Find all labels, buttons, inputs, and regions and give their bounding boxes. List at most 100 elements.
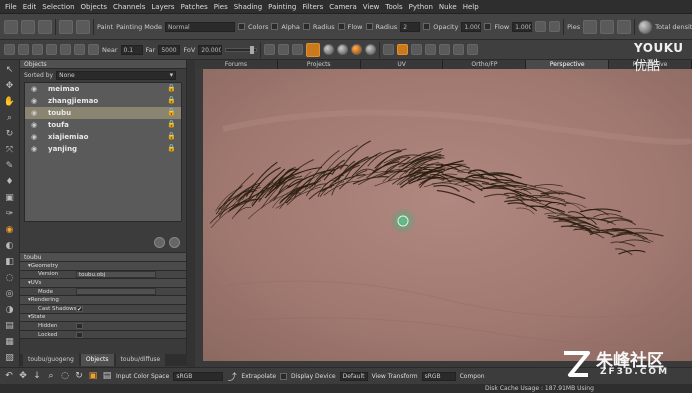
- refresh-icon[interactable]: ↻: [74, 371, 84, 381]
- magnify-icon[interactable]: ⌕: [46, 371, 56, 381]
- object-row[interactable]: ◉ toufa 🔒: [25, 119, 181, 131]
- viewport-tab[interactable]: Projects: [277, 60, 361, 69]
- checker-icon[interactable]: [292, 44, 304, 55]
- lock-icon[interactable]: 🔒: [167, 144, 176, 152]
- transform-icon[interactable]: ⤧: [4, 144, 16, 156]
- viewport[interactable]: [203, 69, 692, 361]
- material-ball-2-icon[interactable]: [337, 44, 349, 55]
- menu-pies[interactable]: Pies: [211, 3, 231, 11]
- add-object-button[interactable]: [154, 237, 165, 248]
- snapshot-icon[interactable]: [46, 44, 57, 55]
- hand-icon[interactable]: ✋: [4, 96, 16, 108]
- lock-icon[interactable]: 🔒: [167, 120, 176, 128]
- menu-python[interactable]: Python: [406, 3, 436, 11]
- menu-channels[interactable]: Channels: [110, 3, 148, 11]
- menu-file[interactable]: File: [2, 3, 20, 11]
- lock-icon[interactable]: 🔒: [167, 96, 176, 104]
- object-row[interactable]: ◉ meimao 🔒: [25, 83, 181, 95]
- lasso-icon[interactable]: ◌: [60, 371, 70, 381]
- move-tool-icon[interactable]: ✥: [18, 371, 28, 381]
- lock-tool-icon[interactable]: ▧: [4, 352, 16, 364]
- menu-tools[interactable]: Tools: [382, 3, 405, 11]
- viewport-tab[interactable]: Perspective: [526, 60, 610, 69]
- pie-layer-icon[interactable]: [617, 19, 632, 34]
- menu-selection[interactable]: Selection: [39, 3, 77, 11]
- display-device-select[interactable]: Default: [339, 371, 368, 381]
- panel-tab[interactable]: toubu/diffuse: [115, 354, 166, 366]
- object-row[interactable]: ◉ toubu 🔒: [25, 107, 181, 119]
- viewport-canvas[interactable]: [203, 69, 692, 361]
- open-icon[interactable]: [21, 19, 35, 34]
- object-row[interactable]: ◉ zhangjiemao 🔒: [25, 95, 181, 107]
- visibility-eye-icon[interactable]: ◉: [31, 97, 40, 105]
- visibility-eye-icon[interactable]: ◉: [31, 109, 40, 117]
- down-arrow-icon[interactable]: ↓: [32, 371, 42, 381]
- colors-checkbox[interactable]: [238, 23, 246, 30]
- lock-icon[interactable]: 🔒: [167, 84, 176, 92]
- tool-c-icon[interactable]: [439, 44, 451, 55]
- tool-e-icon[interactable]: [467, 44, 479, 55]
- extrapolate-checkbox[interactable]: [280, 372, 288, 380]
- burn-icon[interactable]: ▤: [4, 320, 16, 332]
- tool-d-icon[interactable]: [453, 44, 465, 55]
- opacity-checkbox[interactable]: [423, 23, 431, 30]
- curve-icon[interactable]: ⤴: [227, 370, 237, 383]
- menu-layers[interactable]: Layers: [148, 3, 177, 11]
- lights-icon[interactable]: [60, 44, 71, 55]
- property-checkbox[interactable]: ✔: [76, 305, 83, 312]
- layers-icon[interactable]: ▤: [102, 371, 112, 381]
- tool-a-icon[interactable]: [411, 44, 423, 55]
- smudge-icon[interactable]: ✑: [4, 208, 16, 220]
- brush-icon[interactable]: [535, 21, 547, 32]
- radius-checkbox[interactable]: [302, 23, 310, 30]
- sharpen-icon[interactable]: ◎: [4, 288, 16, 300]
- painting-mode-select[interactable]: Normal: [165, 21, 236, 32]
- zoom-icon[interactable]: ⌕: [4, 112, 16, 124]
- dodge-icon[interactable]: ◑: [4, 304, 16, 316]
- property-section[interactable]: ▾ State: [20, 313, 186, 323]
- pointer-icon[interactable]: ↖: [4, 64, 16, 76]
- view-transform-select[interactable]: sRGB: [421, 371, 456, 381]
- camera-icon[interactable]: [88, 44, 99, 55]
- droplet-icon[interactable]: ♦: [4, 176, 16, 188]
- material-ball-orange-icon[interactable]: [351, 44, 363, 55]
- density-icon[interactable]: [638, 19, 653, 34]
- blur-icon[interactable]: ◌: [4, 272, 16, 284]
- flow-checkbox[interactable]: [337, 23, 345, 30]
- viewport-tab[interactable]: UV: [360, 60, 444, 69]
- clone-icon[interactable]: ◐: [4, 240, 16, 252]
- menu-view[interactable]: View: [360, 3, 383, 11]
- menu-nuke[interactable]: Nuke: [436, 3, 460, 11]
- object-row[interactable]: ◉ xiajiemiao 🔒: [25, 131, 181, 143]
- material-ball-3-icon[interactable]: [365, 44, 377, 55]
- menu-edit[interactable]: Edit: [20, 3, 40, 11]
- visibility-eye-icon[interactable]: ◉: [31, 85, 40, 93]
- move-icon[interactable]: ✥: [4, 80, 16, 92]
- undo-arrow-icon[interactable]: ↶: [4, 371, 14, 381]
- visibility-eye-icon[interactable]: ◉: [31, 121, 40, 129]
- lock-icon[interactable]: 🔒: [167, 108, 176, 116]
- flow-input[interactable]: 1.000: [512, 21, 533, 32]
- menu-patches[interactable]: Patches: [178, 3, 211, 11]
- tool-b-icon[interactable]: [425, 44, 437, 55]
- eraser-icon[interactable]: ◧: [4, 256, 16, 268]
- undo-icon[interactable]: [59, 19, 73, 34]
- pie-color-icon[interactable]: [583, 19, 598, 34]
- save-icon[interactable]: [38, 19, 52, 34]
- fov-input[interactable]: 20.000: [198, 44, 223, 55]
- visibility-eye-icon[interactable]: ◉: [31, 133, 40, 141]
- stamp-icon[interactable]: [549, 21, 561, 32]
- menu-shading[interactable]: Shading: [231, 3, 265, 11]
- visibility-eye-icon[interactable]: ◉: [31, 145, 40, 153]
- far-input[interactable]: 5000: [158, 44, 181, 55]
- panel-tab[interactable]: toubu/guogeng: [23, 354, 79, 366]
- material-ball-icon[interactable]: [323, 44, 335, 55]
- texture-icon[interactable]: [278, 44, 290, 55]
- menu-objects[interactable]: Objects: [78, 3, 110, 11]
- viewport-tab[interactable]: Forums: [195, 60, 278, 69]
- menu-help[interactable]: Help: [460, 3, 482, 11]
- frame-icon[interactable]: [18, 44, 29, 55]
- menu-filters[interactable]: Filters: [299, 3, 326, 11]
- lock-icon[interactable]: 🔒: [167, 132, 176, 140]
- menu-camera[interactable]: Camera: [326, 3, 359, 11]
